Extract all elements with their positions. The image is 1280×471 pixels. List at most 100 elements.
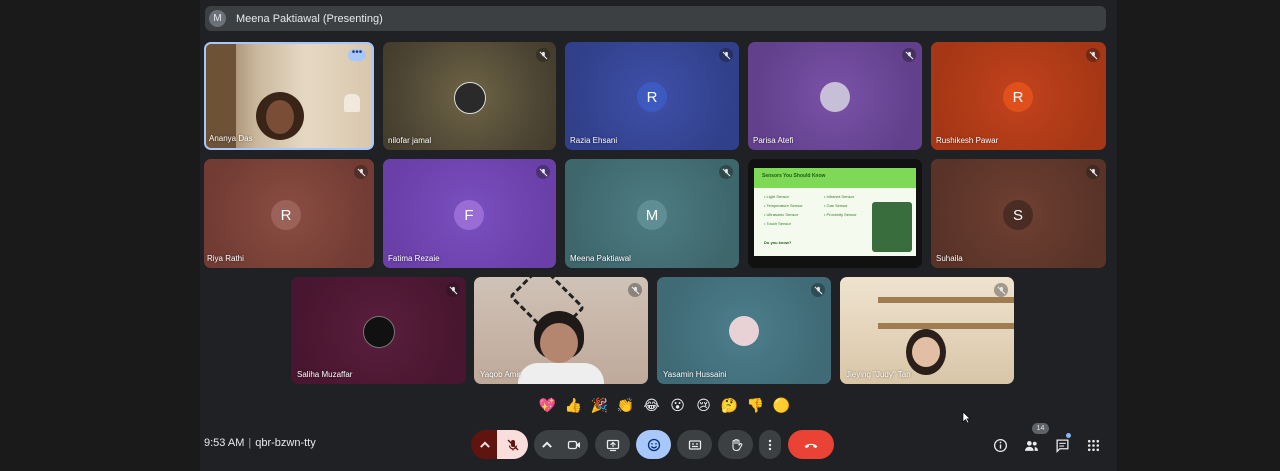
participant-tile[interactable]: M Meena Paktiawal bbox=[565, 159, 739, 268]
participant-name: Razia Ehsani bbox=[570, 136, 618, 145]
right-margin bbox=[1117, 0, 1280, 471]
participant-name: Fatima Rezaie bbox=[388, 254, 440, 263]
mic-off-indicator bbox=[1086, 48, 1100, 62]
reactions-button[interactable] bbox=[636, 430, 671, 459]
slide-header: Sensors You Should Know bbox=[754, 168, 916, 188]
participant-tile[interactable]: Jieying "Judy" Tan bbox=[840, 277, 1014, 384]
mic-off-icon bbox=[449, 286, 457, 294]
people-count-badge: 14 bbox=[1032, 423, 1049, 434]
present-screen-icon bbox=[606, 439, 619, 451]
mic-options-button[interactable] bbox=[471, 430, 499, 459]
present-screen-button[interactable] bbox=[595, 430, 630, 459]
more-options-icon[interactable]: ••• bbox=[348, 48, 366, 61]
participant-tile[interactable]: Yaqob Amir bbox=[474, 277, 648, 384]
mic-off-icon bbox=[722, 168, 730, 176]
mic-off-icon bbox=[357, 168, 365, 176]
participant-name: Ananya Das bbox=[209, 134, 253, 143]
reaction-party[interactable]: 🎉 bbox=[588, 397, 611, 414]
end-call-icon bbox=[804, 443, 818, 448]
camera-icon bbox=[567, 440, 580, 449]
microphone-toggle-button[interactable] bbox=[497, 430, 528, 459]
reaction-thumbs-down[interactable]: 👎 bbox=[744, 397, 767, 414]
slide-col1: • Light Sensor • Temperature Sensor • Ul… bbox=[764, 194, 803, 226]
participant-name: Riya Rathi bbox=[207, 254, 244, 263]
mic-off-indicator bbox=[536, 165, 550, 179]
mic-off-indicator bbox=[1086, 165, 1100, 179]
lamp-shape bbox=[344, 94, 360, 112]
reaction-thumbs-up[interactable]: 👍 bbox=[562, 397, 585, 414]
participant-tile[interactable]: Saliha Muzaffar bbox=[291, 277, 466, 384]
reaction-sad[interactable]: 😢 bbox=[692, 397, 715, 414]
emoji-icon bbox=[647, 438, 660, 451]
mouse-cursor-icon bbox=[962, 411, 971, 424]
participant-name: Jieying "Judy" Tan bbox=[846, 370, 911, 379]
participant-tile[interactable]: F Fatima Rezaie bbox=[383, 159, 556, 268]
mic-off-icon bbox=[1089, 51, 1097, 59]
slide-image bbox=[872, 202, 912, 252]
people-button[interactable] bbox=[1021, 435, 1041, 455]
reaction-surprised[interactable]: 😮 bbox=[666, 397, 689, 414]
meeting-code: qbr-bzwn-tty bbox=[255, 437, 316, 449]
camera-toggle-button[interactable] bbox=[560, 430, 588, 459]
mic-off-icon bbox=[1089, 168, 1097, 176]
participant-tile[interactable]: R Razia Ehsani bbox=[565, 42, 739, 150]
chat-notification-dot bbox=[1066, 433, 1071, 438]
meeting-separator: | bbox=[248, 437, 252, 449]
reaction-clap[interactable]: 👏 bbox=[614, 397, 637, 414]
mic-off-indicator bbox=[628, 283, 642, 297]
left-margin bbox=[0, 0, 204, 471]
participant-tile[interactable]: ••• Ananya Das bbox=[204, 42, 374, 150]
mic-off-icon bbox=[539, 168, 547, 176]
mic-off-indicator bbox=[902, 48, 916, 62]
participant-name: Yasamin Hussaini bbox=[663, 370, 727, 379]
participant-name: Rushikesh Pawar bbox=[936, 136, 999, 145]
participant-tile[interactable]: nilofar jamal bbox=[383, 42, 556, 150]
activities-button[interactable] bbox=[1083, 435, 1103, 455]
presenting-banner: M Meena Paktiawal (Presenting) bbox=[205, 6, 1106, 31]
mic-off-indicator bbox=[719, 48, 733, 62]
chevron-up-icon bbox=[480, 441, 490, 448]
meeting-time: 9:53 AM bbox=[204, 437, 245, 449]
meeting-details-button[interactable] bbox=[990, 435, 1010, 455]
leave-call-button[interactable] bbox=[788, 430, 834, 459]
participant-name: Meena Paktiawal bbox=[570, 254, 631, 263]
participant-avatar: R bbox=[637, 82, 667, 112]
captions-icon bbox=[688, 439, 701, 450]
presenter-avatar: M bbox=[209, 10, 226, 27]
info-icon bbox=[993, 438, 1007, 452]
grid-apps-icon bbox=[1087, 439, 1099, 451]
mic-off-indicator bbox=[719, 165, 733, 179]
mic-off-icon bbox=[814, 286, 822, 294]
participant-tile[interactable]: Yasamin Hussaini bbox=[657, 277, 831, 384]
participant-name: nilofar jamal bbox=[388, 136, 432, 145]
chevron-up-icon bbox=[542, 441, 552, 448]
raise-hand-button[interactable] bbox=[718, 430, 753, 459]
person-shirt bbox=[518, 363, 604, 384]
presentation-tile[interactable]: Sensors You Should Know • Light Sensor •… bbox=[748, 159, 922, 268]
reaction-thinking[interactable]: 🤔 bbox=[718, 397, 741, 414]
reaction-heart[interactable]: 💖 bbox=[536, 397, 559, 414]
chat-button[interactable] bbox=[1052, 435, 1072, 455]
slide-question: Do you know? bbox=[764, 240, 792, 245]
more-vert-icon bbox=[768, 439, 772, 450]
mic-off-icon bbox=[507, 439, 518, 450]
more-options-button[interactable] bbox=[759, 430, 781, 459]
participant-avatar: F bbox=[454, 200, 484, 230]
participant-tile[interactable]: R Rushikesh Pawar bbox=[931, 42, 1106, 150]
presenting-text: Meena Paktiawal (Presenting) bbox=[236, 12, 383, 25]
captions-button[interactable] bbox=[677, 430, 712, 459]
participant-avatar: R bbox=[271, 200, 301, 230]
camera-options-button[interactable] bbox=[534, 430, 560, 459]
slide: Sensors You Should Know • Light Sensor •… bbox=[754, 168, 916, 256]
participant-tile[interactable]: S Suhaila bbox=[931, 159, 1106, 268]
mic-off-indicator bbox=[994, 283, 1008, 297]
participant-tile[interactable]: Parisa Atefi bbox=[748, 42, 922, 150]
reaction-skin-tone[interactable]: 🟡 bbox=[770, 397, 793, 414]
participant-avatar bbox=[729, 316, 759, 346]
reaction-laugh[interactable]: 😂 bbox=[640, 397, 663, 414]
mic-off-icon bbox=[539, 51, 547, 59]
participant-tile[interactable]: R Riya Rathi bbox=[204, 159, 374, 268]
bunk-bed-rail bbox=[878, 297, 1014, 303]
person-face bbox=[266, 100, 294, 134]
participant-avatar: S bbox=[1003, 200, 1033, 230]
